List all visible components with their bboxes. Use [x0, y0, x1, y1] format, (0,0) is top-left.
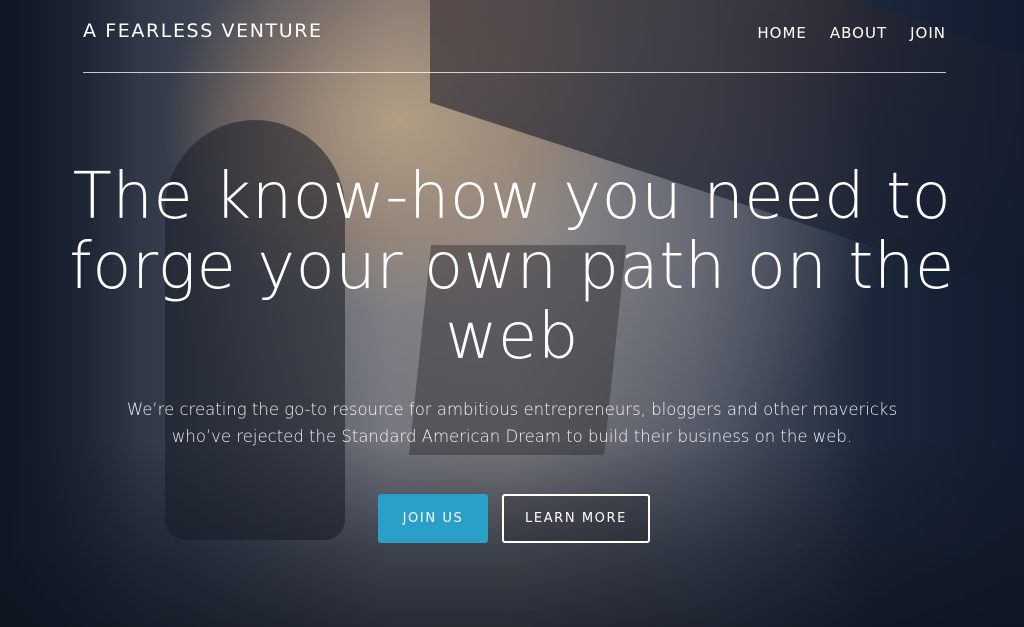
hero-headline: The know-how you need to forge your own … — [69, 160, 955, 374]
hero-subheadline: We’re creating the go-to resource for am… — [126, 400, 898, 446]
nav-menu: HOME ABOUT JOIN — [734, 24, 946, 42]
hero-section: A FEARLESS VENTURE HOME ABOUT JOIN The k… — [0, 0, 1024, 627]
site-brand[interactable]: A FEARLESS VENTURE — [83, 20, 323, 42]
learn-more-button[interactable]: LEARN MORE — [502, 494, 650, 543]
nav-item-about[interactable]: ABOUT — [830, 24, 887, 42]
nav-item-join[interactable]: JOIN — [910, 24, 946, 42]
join-us-button[interactable]: JOIN US — [378, 494, 488, 543]
nav-item-home[interactable]: HOME — [757, 24, 807, 42]
top-navigation: A FEARLESS VENTURE HOME ABOUT JOIN — [83, 0, 946, 73]
